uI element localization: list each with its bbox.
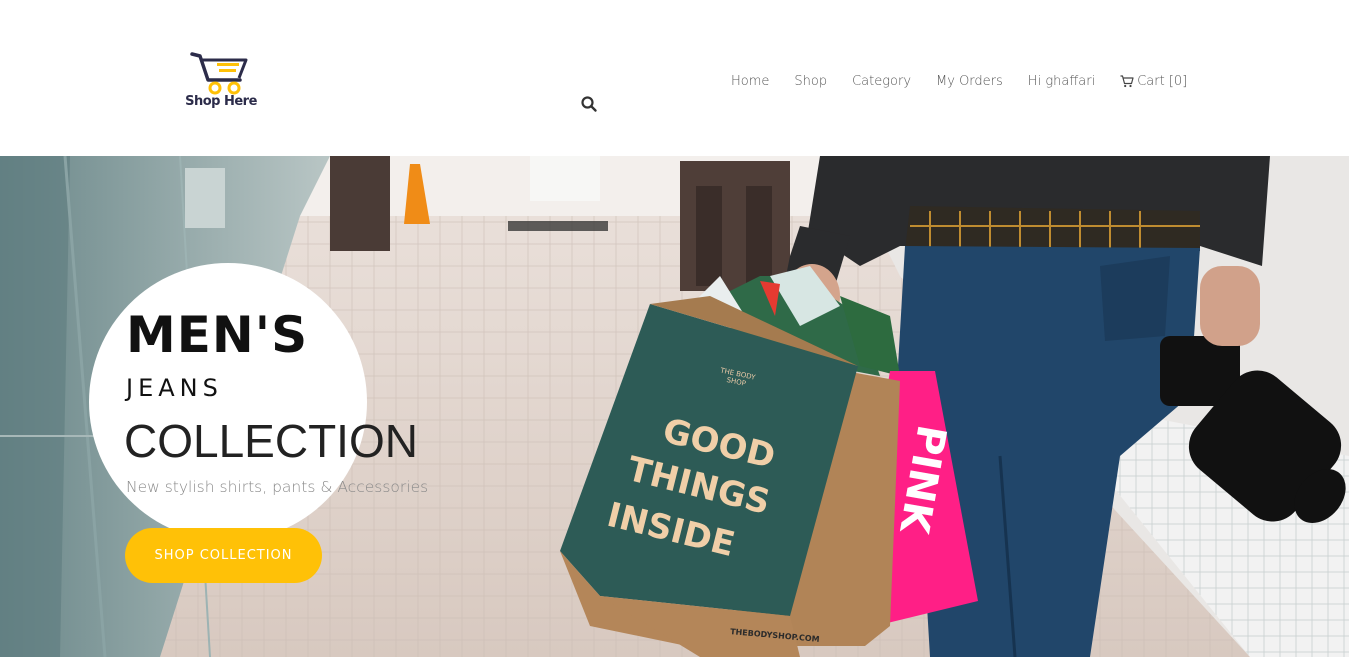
logo[interactable]: Shop Here bbox=[184, 50, 258, 114]
cart-icon bbox=[1120, 75, 1134, 88]
hero-collection: COLLECTION bbox=[124, 415, 418, 467]
nav-home[interactable]: Home bbox=[731, 74, 769, 89]
hero-subtitle: JEANS bbox=[126, 374, 223, 402]
hero-title: MEN'S bbox=[126, 306, 309, 364]
nav-user-greeting[interactable]: Hi ghaffari bbox=[1028, 74, 1095, 89]
hero-banner: THE BODY SHOP GOOD THINGS INSIDE THEBODY… bbox=[0, 156, 1349, 657]
shop-collection-button[interactable]: SHOP COLLECTION bbox=[125, 528, 322, 583]
logo-text: Shop Here bbox=[185, 94, 257, 109]
main-nav: Home Shop Category My Orders Hi ghaffari… bbox=[731, 74, 1187, 89]
nav-category[interactable]: Category bbox=[852, 74, 911, 89]
nav-cart[interactable]: Cart [0] bbox=[1120, 74, 1187, 89]
hero-tagline: New stylish shirts, pants & Accessories bbox=[126, 478, 429, 496]
shopping-cart-logo-icon bbox=[190, 52, 248, 95]
search-icon[interactable] bbox=[580, 95, 598, 113]
nav-my-orders[interactable]: My Orders bbox=[936, 74, 1003, 89]
hero-circle-badge bbox=[89, 263, 367, 541]
cart-label: Cart [0] bbox=[1137, 74, 1188, 89]
nav-shop[interactable]: Shop bbox=[794, 74, 827, 89]
site-header: Shop Here Home Shop Category My Orders H… bbox=[0, 0, 1349, 156]
